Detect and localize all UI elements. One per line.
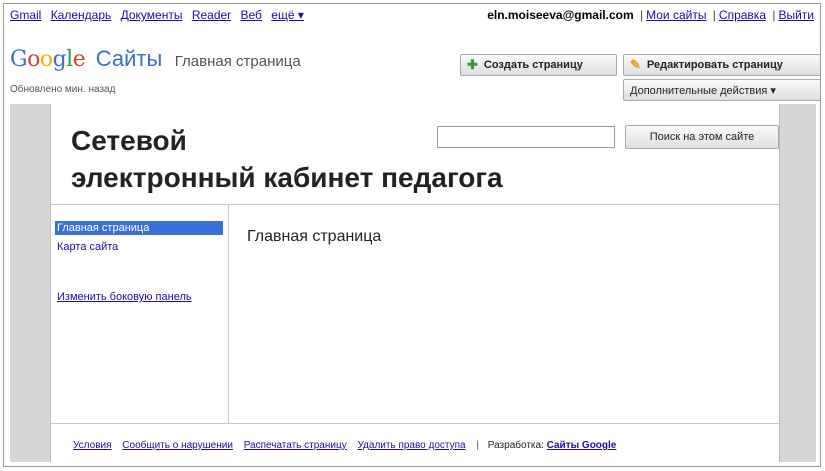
google-top-nav: Gmail Календарь Документы Reader Веб ещё… xyxy=(10,8,310,22)
content-heading: Главная страница xyxy=(247,228,382,245)
google-logo[interactable]: Google xyxy=(10,47,92,72)
more-actions-label: Дополнительные действия ▾ xyxy=(630,84,776,97)
site-search-input[interactable] xyxy=(437,126,615,148)
nav-documents[interactable]: Документы xyxy=(121,8,183,22)
edit-page-button[interactable]: ✎ Редактировать страницу xyxy=(623,54,820,76)
logo-letter: e xyxy=(72,47,86,72)
logo-letter: g xyxy=(52,47,67,72)
account-bar: eln.moiseeva@gmail.com | Мои сайты | Справ… xyxy=(487,8,814,22)
terms-link[interactable]: Условия xyxy=(73,440,112,451)
help-link[interactable]: Справка xyxy=(719,8,766,22)
sidebar-item-home[interactable]: Главная страница xyxy=(55,221,223,235)
site-search-button[interactable]: Поиск на этом сайте xyxy=(625,125,779,149)
site-stage: Сетевой электронный кабинет педагога Пои… xyxy=(10,104,816,462)
nav-gmail[interactable]: Gmail xyxy=(10,8,41,22)
site-page: Сетевой электронный кабинет педагога Пои… xyxy=(50,104,780,462)
sites-label: Сайты xyxy=(95,46,163,71)
google-sites-link[interactable]: Сайты Google xyxy=(547,440,617,451)
google-sites-brand: Google Сайты Главная страница xyxy=(10,46,301,72)
logo-letter: o xyxy=(39,47,53,72)
nav-more[interactable]: ещё ▾ xyxy=(271,8,304,22)
create-page-label: Создать страницу xyxy=(483,59,583,71)
more-actions-dropdown[interactable]: Дополнительные действия ▾ xyxy=(623,79,820,101)
sidebar: Главная страница Карта сайта Изменить бо… xyxy=(51,205,229,423)
footer-divider xyxy=(51,423,779,424)
remove-access-link[interactable]: Удалить право доступа xyxy=(357,440,465,451)
create-page-button[interactable]: ✚ Создать страницу xyxy=(460,54,617,76)
separator: | xyxy=(712,8,716,22)
nav-reader[interactable]: Reader xyxy=(192,8,231,22)
my-sites-link[interactable]: Мои сайты xyxy=(646,8,706,22)
site-title-line-2: электронный кабинет педагога xyxy=(71,162,503,193)
nav-web[interactable]: Веб xyxy=(241,8,262,22)
logo-letter: o xyxy=(27,47,40,72)
separator: | xyxy=(639,8,644,22)
updated-status: Обновлено мин. назад xyxy=(10,84,116,95)
page-title: Главная страница xyxy=(174,53,301,70)
separator: | xyxy=(772,8,776,22)
edit-page-label: Редактировать страницу xyxy=(646,59,783,71)
print-page-link[interactable]: Распечатать страницу xyxy=(244,440,347,451)
edit-sidebar-link[interactable]: Изменить боковую панель xyxy=(57,291,192,303)
plus-icon: ✚ xyxy=(467,57,478,72)
powered-by-label: Разработка: xyxy=(487,440,544,451)
account-email: eln.moiseeva@gmail.com xyxy=(487,8,634,22)
logo-letter: G xyxy=(10,47,28,72)
pencil-icon: ✎ xyxy=(630,57,641,72)
site-footer: Условия Сообщить о нарушении Распечатать… xyxy=(73,440,624,451)
sign-out-link[interactable]: Выйти xyxy=(778,8,814,22)
sidebar-item-sitemap[interactable]: Карта сайта xyxy=(57,241,118,253)
nav-calendar[interactable]: Календарь xyxy=(51,8,112,22)
separator: | xyxy=(476,440,479,451)
report-abuse-link[interactable]: Сообщить о нарушении xyxy=(122,440,233,451)
browser-page-frame: Gmail Календарь Документы Reader Веб ещё… xyxy=(3,3,821,467)
